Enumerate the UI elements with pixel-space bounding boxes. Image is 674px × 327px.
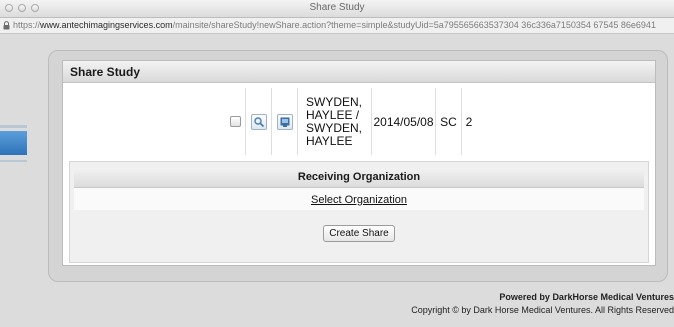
patient-name: SWYDEN, HAYLEE / SWYDEN, HAYLEE — [298, 88, 372, 155]
sidebar-divider — [0, 125, 27, 128]
sidebar-active-item[interactable] — [0, 131, 27, 155]
zoom-cell — [246, 88, 272, 155]
create-share-row: Create Share — [74, 218, 644, 252]
url-text: https://www.antechimagingservices.com/ma… — [13, 20, 656, 30]
magnifier-icon[interactable] — [250, 113, 267, 130]
window-titlebar: Share Study — [0, 0, 674, 18]
dialog-title: Share Study — [70, 65, 141, 79]
address-bar[interactable]: https://www.antechimagingservices.com/ma… — [0, 18, 674, 34]
receiving-organization-body: Select Organization — [74, 188, 644, 210]
study-row: SWYDEN, HAYLEE / SWYDEN, HAYLEE 2014/05/… — [225, 88, 476, 155]
select-organization-link[interactable]: Select Organization — [311, 194, 407, 206]
share-study-dialog: Share Study SWYDEN, HAYLEE / SWYDEN, HAY… — [62, 60, 656, 266]
dialog-header: Share Study — [63, 61, 655, 83]
study-select-cell — [225, 88, 246, 155]
receiving-organization-section: Receiving Organization Select Organizati… — [69, 161, 649, 263]
image-preview-icon[interactable] — [276, 113, 293, 130]
window-title: Share Study — [309, 2, 365, 13]
image-count: 2 — [465, 114, 473, 129]
powered-by-text: Powered by DarkHorse Medical Ventures — [499, 292, 674, 302]
preview-cell — [272, 88, 298, 155]
lock-icon — [3, 21, 10, 30]
copyright-text: Copyright © by Dark Horse Medical Ventur… — [411, 305, 674, 315]
study-date: 2014/05/08 — [372, 88, 436, 155]
study-checkbox[interactable] — [229, 116, 241, 127]
receiving-organization-header: Receiving Organization — [74, 168, 644, 188]
create-share-button[interactable]: Create Share — [323, 225, 395, 242]
sidebar-divider — [0, 160, 27, 162]
study-modality: SC — [436, 88, 462, 155]
